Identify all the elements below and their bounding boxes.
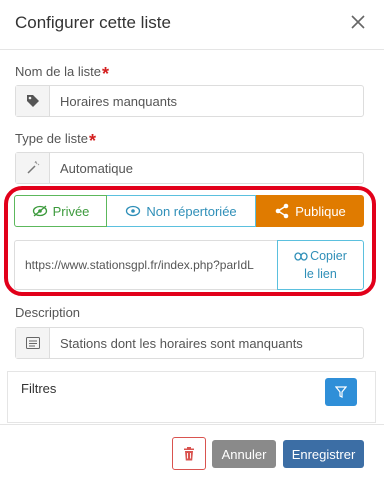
filter-icon — [335, 386, 347, 398]
name-label-text: Nom de la liste — [15, 64, 101, 79]
copy-label-line2: le lien — [304, 267, 337, 281]
visibility-unlisted-button[interactable]: Non répertoriée — [107, 195, 256, 227]
eye-slash-icon — [32, 205, 47, 217]
visibility-private-label: Privée — [52, 203, 90, 219]
tag-icon — [16, 86, 50, 116]
filter-button[interactable] — [325, 378, 357, 406]
delete-button[interactable] — [172, 437, 206, 470]
eye-icon — [126, 205, 141, 217]
name-input[interactable]: Horaires manquants — [50, 94, 177, 109]
visibility-public-label: Publique — [295, 203, 346, 219]
required-mark: * — [101, 64, 109, 84]
name-field[interactable]: Horaires manquants — [15, 85, 364, 117]
footer-divider — [0, 424, 384, 425]
copy-link-button[interactable]: Copier le lien — [277, 240, 364, 290]
type-select[interactable]: Automatique — [50, 161, 133, 176]
save-button[interactable]: Enregistrer — [283, 440, 364, 468]
type-label: Type de liste* — [15, 131, 96, 150]
name-label: Nom de la liste* — [15, 64, 109, 83]
visibility-private-button[interactable]: Privée — [14, 195, 107, 227]
copy-label-line1: Copier — [310, 249, 347, 263]
cancel-button[interactable]: Annuler — [212, 440, 276, 468]
list-icon — [16, 328, 50, 358]
visibility-public-button[interactable]: Publique — [256, 195, 364, 227]
visibility-unlisted-label: Non répertoriée — [146, 203, 237, 219]
share-icon — [275, 203, 289, 219]
magic-wand-icon — [16, 153, 50, 183]
description-field[interactable]: Stations dont les horaires sont manquant… — [15, 327, 364, 359]
modal-header: Configurer cette liste — [0, 0, 384, 50]
filters-label: Filtres — [21, 381, 57, 396]
modal-title: Configurer cette liste — [15, 13, 171, 32]
link-icon — [294, 252, 308, 261]
trash-icon — [184, 446, 194, 460]
description-input[interactable]: Stations dont les horaires sont manquant… — [50, 336, 303, 351]
share-url-field[interactable]: https://www.stationsgpl.fr/index.php?par… — [14, 240, 278, 290]
type-label-text: Type de liste — [15, 131, 88, 146]
required-mark: * — [89, 131, 97, 151]
description-label: Description — [15, 305, 81, 320]
type-field[interactable]: Automatique — [15, 152, 364, 184]
filters-panel: Filtres — [7, 371, 376, 423]
close-icon[interactable] — [350, 14, 366, 30]
